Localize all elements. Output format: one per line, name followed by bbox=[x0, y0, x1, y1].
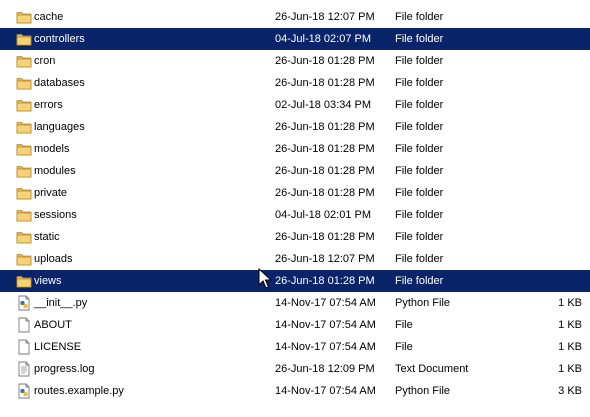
folder-icon bbox=[16, 251, 32, 267]
file-size: 1 KB bbox=[558, 341, 582, 353]
file-type: File folder bbox=[395, 231, 444, 243]
file-type: File folder bbox=[395, 209, 444, 221]
file-type: File folder bbox=[395, 77, 444, 89]
date-modified: 04-Jul-18 02:01 PM bbox=[275, 209, 371, 221]
folder-icon bbox=[16, 141, 32, 157]
file-row[interactable]: routes.example.py 14-Nov-17 07:54 AM Pytho… bbox=[0, 380, 590, 402]
python-file-icon bbox=[16, 383, 32, 399]
file-name: progress.log bbox=[34, 363, 95, 375]
date-modified: 26-Jun-18 01:28 PM bbox=[275, 55, 375, 67]
file-row[interactable]: progress.log 26-Jun-18 12:09 PM Text Docum… bbox=[0, 358, 590, 380]
folder-icon bbox=[16, 229, 32, 245]
file-size: 1 KB bbox=[558, 363, 582, 375]
date-modified: 04-Jul-18 02:07 PM bbox=[275, 33, 371, 45]
file-type: Python File bbox=[395, 297, 451, 309]
file-type: File bbox=[395, 341, 413, 353]
file-type: File folder bbox=[395, 143, 444, 155]
file-row[interactable]: views 26-Jun-18 01:28 PM File folder bbox=[0, 270, 590, 292]
file-name: routes.example.py bbox=[34, 385, 124, 397]
file-name: cron bbox=[34, 55, 56, 67]
date-modified: 26-Jun-18 01:28 PM bbox=[275, 231, 375, 243]
file-size: 1 KB bbox=[558, 319, 582, 331]
file-type: File folder bbox=[395, 187, 444, 199]
folder-icon bbox=[16, 31, 32, 47]
file-name: controllers bbox=[34, 33, 85, 45]
file-icon bbox=[16, 317, 32, 333]
file-row[interactable]: databases 26-Jun-18 01:28 PM File folder bbox=[0, 72, 590, 94]
file-type: File folder bbox=[395, 55, 444, 67]
file-row[interactable]: LICENSE 14-Nov-17 07:54 AM File 1 KB bbox=[0, 336, 590, 358]
file-row[interactable]: static 26-Jun-18 01:28 PM File folder bbox=[0, 226, 590, 248]
file-type: File folder bbox=[395, 33, 444, 45]
file-row[interactable]: models 26-Jun-18 01:28 PM File folder bbox=[0, 138, 590, 160]
file-type: File folder bbox=[395, 121, 444, 133]
file-row[interactable]: uploads 26-Jun-18 12:07 PM File folder bbox=[0, 248, 590, 270]
file-row[interactable]: private 26-Jun-18 01:28 PM File folder bbox=[0, 182, 590, 204]
file-name: models bbox=[34, 143, 70, 155]
file-row[interactable]: modules 26-Jun-18 01:28 PM File folder bbox=[0, 160, 590, 182]
file-name: private bbox=[34, 187, 68, 199]
file-size: 3 KB bbox=[558, 385, 582, 397]
file-row[interactable]: __init__.py 14-Nov-17 07:54 AM Python File… bbox=[0, 292, 590, 314]
file-type: File folder bbox=[395, 99, 444, 111]
folder-icon bbox=[16, 97, 32, 113]
date-modified: 26-Jun-18 01:28 PM bbox=[275, 121, 375, 133]
folder-icon bbox=[16, 9, 32, 25]
file-name: databases bbox=[34, 77, 85, 89]
date-modified: 14-Nov-17 07:54 AM bbox=[275, 341, 376, 353]
file-list: cache 26-Jun-18 12:07 PM File folder contro… bbox=[0, 6, 590, 402]
file-icon bbox=[16, 339, 32, 355]
file-row[interactable]: controllers 04-Jul-18 02:07 PM File folder bbox=[0, 28, 590, 50]
date-modified: 26-Jun-18 01:28 PM bbox=[275, 165, 375, 177]
file-name: views bbox=[34, 275, 62, 287]
file-type: Text Document bbox=[395, 363, 469, 375]
file-row[interactable]: sessions 04-Jul-18 02:01 PM File folder bbox=[0, 204, 590, 226]
date-modified: 26-Jun-18 01:28 PM bbox=[275, 77, 375, 89]
file-name: uploads bbox=[34, 253, 73, 265]
date-modified: 02-Jul-18 03:34 PM bbox=[275, 99, 371, 111]
date-modified: 14-Nov-17 07:54 AM bbox=[275, 385, 376, 397]
file-row[interactable]: languages 26-Jun-18 01:28 PM File folder bbox=[0, 116, 590, 138]
python-file-icon bbox=[16, 295, 32, 311]
file-row[interactable]: cron 26-Jun-18 01:28 PM File folder bbox=[0, 50, 590, 72]
file-type: File folder bbox=[395, 11, 444, 23]
folder-icon bbox=[16, 53, 32, 69]
date-modified: 26-Jun-18 01:28 PM bbox=[275, 143, 375, 155]
file-type: File folder bbox=[395, 165, 444, 177]
file-name: errors bbox=[34, 99, 63, 111]
file-row[interactable]: ABOUT 14-Nov-17 07:54 AM File 1 KB bbox=[0, 314, 590, 336]
folder-icon bbox=[16, 119, 32, 135]
date-modified: 26-Jun-18 01:28 PM bbox=[275, 187, 375, 199]
date-modified: 14-Nov-17 07:54 AM bbox=[275, 297, 376, 309]
folder-icon bbox=[16, 273, 32, 289]
folder-icon bbox=[16, 185, 32, 201]
date-modified: 26-Jun-18 12:09 PM bbox=[275, 363, 375, 375]
date-modified: 26-Jun-18 12:07 PM bbox=[275, 11, 375, 23]
file-name: cache bbox=[34, 11, 64, 23]
folder-icon bbox=[16, 163, 32, 179]
file-row[interactable]: cache 26-Jun-18 12:07 PM File folder bbox=[0, 6, 590, 28]
folder-icon bbox=[16, 207, 32, 223]
file-name: modules bbox=[34, 165, 76, 177]
file-name: ABOUT bbox=[34, 319, 72, 331]
date-modified: 26-Jun-18 12:07 PM bbox=[275, 253, 375, 265]
file-name: LICENSE bbox=[34, 341, 82, 353]
file-name: languages bbox=[34, 121, 85, 133]
folder-icon bbox=[16, 75, 32, 91]
file-type: File bbox=[395, 319, 413, 331]
file-name: sessions bbox=[34, 209, 77, 221]
date-modified: 14-Nov-17 07:54 AM bbox=[275, 319, 376, 331]
file-type: Python File bbox=[395, 385, 451, 397]
file-size: 1 KB bbox=[558, 297, 582, 309]
file-type: File folder bbox=[395, 253, 444, 265]
file-name: __init__.py bbox=[34, 297, 88, 309]
file-name: static bbox=[34, 231, 60, 243]
file-row[interactable]: errors 02-Jul-18 03:34 PM File folder bbox=[0, 94, 590, 116]
file-type: File folder bbox=[395, 275, 444, 287]
date-modified: 26-Jun-18 01:28 PM bbox=[275, 275, 375, 287]
text-file-icon bbox=[16, 361, 32, 377]
